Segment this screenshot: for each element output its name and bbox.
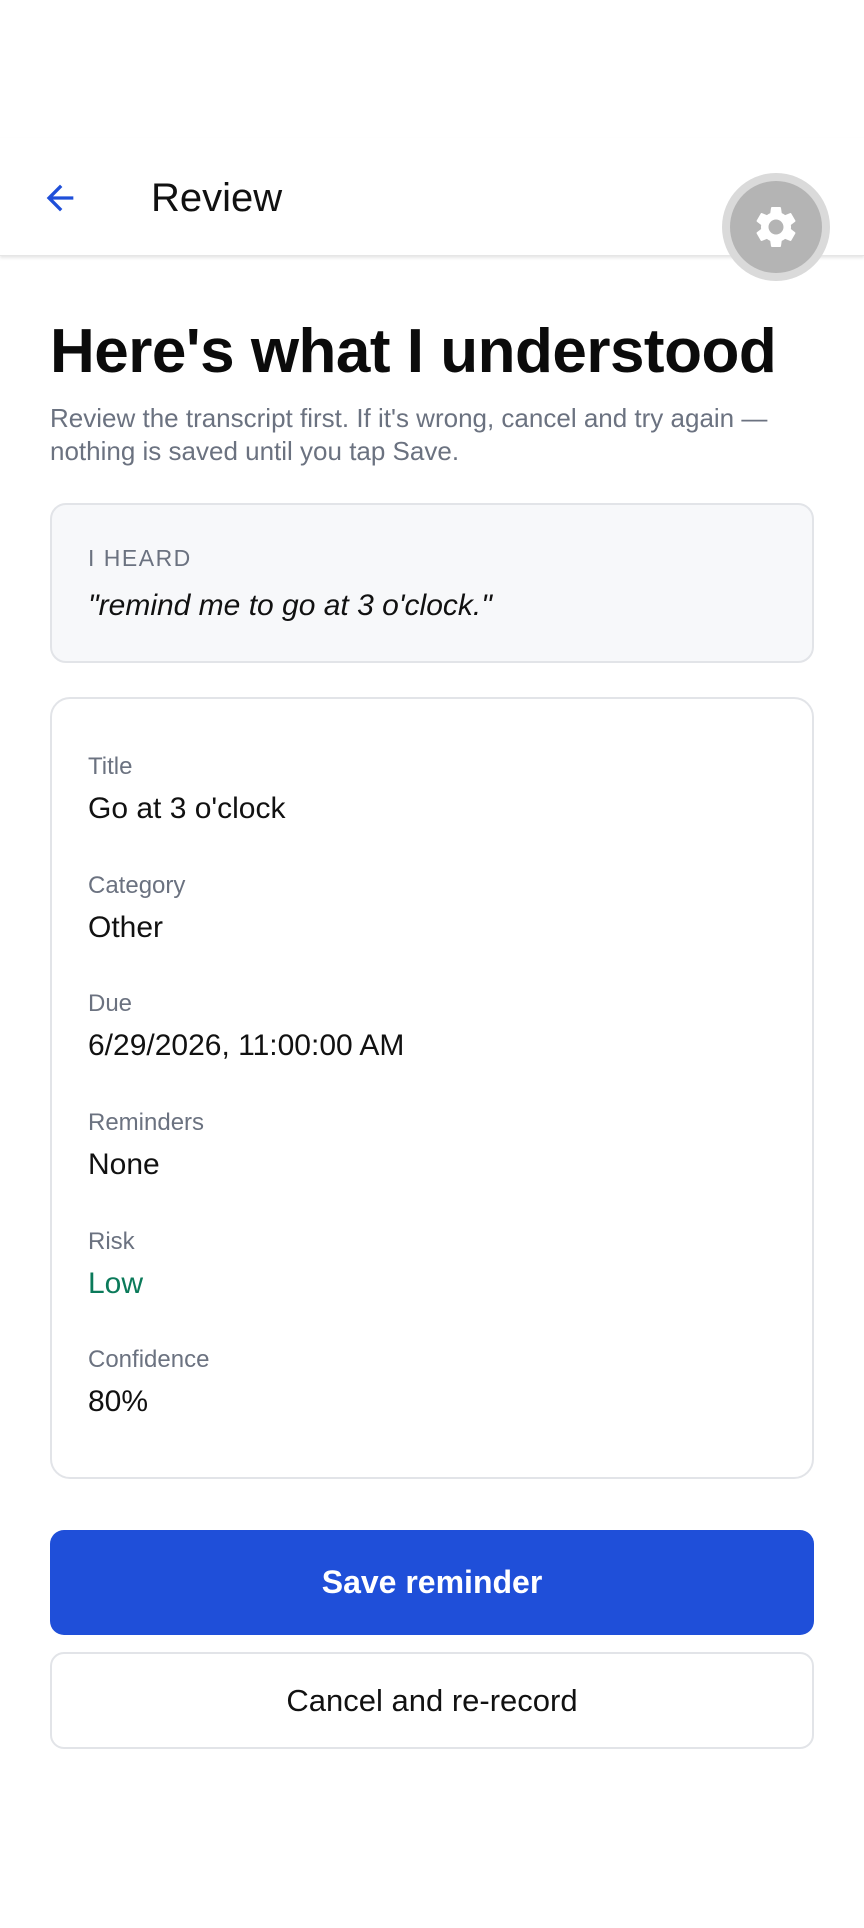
detail-risk: Risk Low — [88, 1228, 143, 1302]
detail-value: 80% — [88, 1385, 149, 1418]
gear-icon — [756, 207, 796, 247]
detail-label: Reminders — [88, 1109, 205, 1136]
transcript-text: "remind me to go at 3 o'clock." — [88, 589, 492, 622]
detail-reminders: Reminders None — [88, 1109, 204, 1183]
page-title: Here's what I understood — [50, 317, 777, 386]
cancel-rerecord-button[interactable]: Cancel and re-record — [50, 1652, 814, 1749]
detail-label: Confidence — [88, 1346, 210, 1373]
detail-title: Title Go at 3 o'clock — [88, 753, 286, 827]
back-button[interactable] — [28, 170, 92, 226]
risk-value: Low — [88, 1267, 144, 1300]
page-subtitle: Review the transcript first. If it's wro… — [50, 403, 768, 466]
save-reminder-button[interactable]: Save reminder — [50, 1530, 814, 1635]
arrow-left-icon — [46, 184, 74, 212]
detail-label: Category — [88, 872, 186, 899]
detail-label: Due — [88, 990, 133, 1017]
reminder-details-card: Title Go at 3 o'clock Category Other Due… — [50, 697, 814, 1479]
detail-value: Other — [88, 911, 164, 944]
detail-confidence: Confidence 80% — [88, 1346, 209, 1420]
status-bar-area — [0, 0, 864, 138]
detail-value: None — [88, 1148, 160, 1181]
header-title: Review — [151, 176, 283, 220]
detail-label: Risk — [88, 1228, 135, 1255]
transcript-label: I HEARD — [88, 545, 192, 571]
detail-due: Due 6/29/2026, 11:00:00 AM — [88, 990, 404, 1064]
detail-value: 6/29/2026, 11:00:00 AM — [88, 1029, 405, 1062]
settings-button[interactable] — [722, 173, 830, 281]
detail-value: Go at 3 o'clock — [88, 792, 286, 825]
detail-category: Category Other — [88, 872, 185, 946]
transcript-card: I HEARD "remind me to go at 3 o'clock." — [50, 503, 814, 663]
detail-label: Title — [88, 753, 133, 780]
